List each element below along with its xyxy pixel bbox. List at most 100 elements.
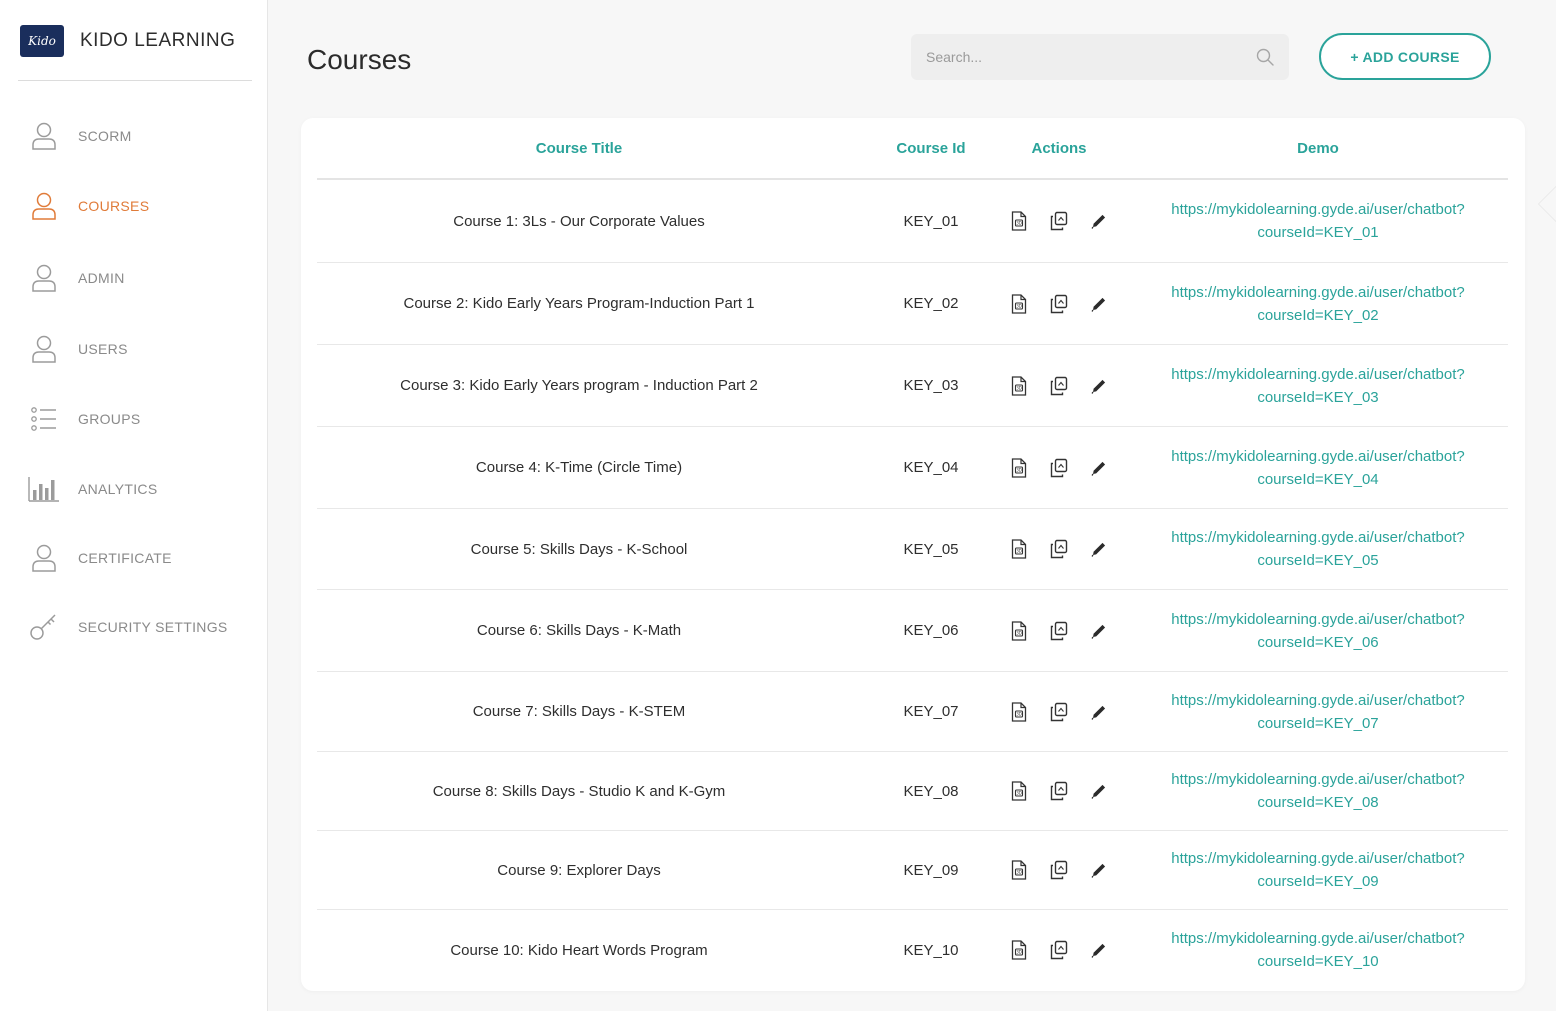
table-row: Course 2: Kido Early Years Program-Induc… [317,263,1508,345]
document-icon[interactable]: 3D [1009,620,1029,641]
svg-text:3D: 3D [1016,385,1022,390]
edit-pencil-icon[interactable] [1089,940,1109,960]
demo-link[interactable]: https://mykidolearning.gyde.ai/user/chat… [1171,445,1465,491]
course-title-cell: Course 4: K-Time (Circle Time) [475,459,683,476]
course-id-cell: KEY_10 [903,941,959,959]
brand-name: KIDO LEARNING [80,30,236,51]
edit-pencil-icon[interactable] [1089,781,1109,801]
svg-text:3D: 3D [1016,950,1022,955]
svg-text:3D: 3D [1016,467,1022,472]
demo-cell: https://mykidolearning.gyde.ai/user/chat… [1157,910,1479,990]
document-icon[interactable]: 3D [1009,457,1029,478]
copy-icon[interactable] [1049,211,1069,231]
sidebar-item-certificate[interactable]: CERTIFICATE [0,530,268,586]
edit-pencil-icon[interactable] [1089,621,1109,641]
edit-pencil-icon[interactable] [1089,860,1109,880]
document-icon[interactable]: 3D [1009,211,1029,231]
course-title-cell: Course 10: Kido Heart Words Program [450,941,708,959]
demo-link[interactable]: https://mykidolearning.gyde.ai/user/chat… [1171,281,1465,327]
search-icon[interactable] [1255,47,1275,67]
sidebar-item-courses[interactable]: COURSES [0,178,268,234]
edit-pencil-icon[interactable] [1089,702,1109,722]
table-row: Course 6: Skills Days - K-Math KEY_06 3D ht… [317,590,1508,672]
demo-link[interactable]: https://mykidolearning.gyde.ai/user/chat… [1171,608,1465,654]
actions-cell: 3D [1005,345,1113,426]
svg-text:3D: 3D [1016,303,1022,308]
copy-icon[interactable] [1049,376,1069,396]
document-icon[interactable]: 3D [1009,539,1029,559]
document-icon[interactable]: 3D [1009,293,1029,314]
sidebar-item-label: SECURITY SETTINGS [78,619,228,635]
course-title-cell: Course 1: 3Ls - Our Corporate Values [453,212,705,230]
svg-text:3D: 3D [1016,870,1022,875]
edit-pencil-icon[interactable] [1089,458,1109,478]
sidebar: Kido KIDO LEARNING SCORM COURSES ADMIN USER… [0,0,268,1011]
document-icon[interactable]: 3D [1009,701,1029,722]
copy-icon[interactable] [1049,860,1069,880]
demo-cell: https://mykidolearning.gyde.ai/user/chat… [1157,180,1479,262]
actions-cell: 3D [1005,590,1113,671]
demo-link[interactable]: https://mykidolearning.gyde.ai/user/chat… [1171,363,1465,409]
demo-cell: https://mykidolearning.gyde.ai/user/chat… [1157,831,1479,909]
table-row: Course 8: Skills Days - Studio K and K-G… [317,752,1508,831]
actions-cell: 3D [1005,427,1113,508]
search-box[interactable] [911,34,1289,80]
sidebar-item-groups[interactable]: GROUPS [0,391,268,447]
table-row: Course 5: Skills Days - K-School KEY_05 3D… [317,509,1508,590]
edit-pencil-icon[interactable] [1089,539,1109,559]
column-header-demo: Demo [1297,140,1339,157]
copy-icon[interactable] [1049,458,1069,478]
sidebar-item-users[interactable]: USERS [0,321,268,377]
document-icon[interactable]: 3D [1009,860,1029,880]
document-icon[interactable]: 3D [1009,781,1029,801]
active-indicator [1539,186,1556,222]
column-header-actions: Actions [1031,140,1087,157]
user-icon [28,262,60,294]
document-icon[interactable]: 3D [1009,375,1029,396]
sidebar-item-admin[interactable]: ADMIN [0,250,268,306]
demo-cell: https://mykidolearning.gyde.ai/user/chat… [1157,509,1479,589]
edit-pencil-icon[interactable] [1089,294,1109,314]
search-input[interactable] [926,49,1246,65]
column-header-course-id: Course Id [896,140,966,157]
sidebar-item-analytics[interactable]: ANALYTICS [0,461,268,517]
demo-link[interactable]: https://mykidolearning.gyde.ai/user/chat… [1171,927,1465,973]
edit-pencil-icon[interactable] [1089,376,1109,396]
course-id-cell: KEY_06 [903,622,959,639]
demo-cell: https://mykidolearning.gyde.ai/user/chat… [1157,263,1479,344]
course-id-cell: KEY_03 [903,377,959,394]
actions-cell: 3D [1005,263,1113,344]
user-icon [28,120,60,152]
course-id-cell: KEY_09 [903,861,959,879]
add-course-button[interactable]: + ADD COURSE [1319,33,1491,80]
document-icon[interactable]: 3D [1009,940,1029,960]
page-title: Courses [307,44,412,75]
svg-text:3D: 3D [1016,630,1022,635]
copy-icon[interactable] [1049,539,1069,559]
copy-icon[interactable] [1049,940,1069,960]
course-title-cell: Course 8: Skills Days - Studio K and K-G… [432,782,726,800]
course-title-cell: Course 3: Kido Early Years program - Ind… [400,377,758,394]
edit-pencil-icon[interactable] [1089,211,1109,231]
copy-icon[interactable] [1049,621,1069,641]
copy-icon[interactable] [1049,702,1069,722]
course-title-cell: Course 5: Skills Days - K-School [470,540,688,558]
copy-icon[interactable] [1049,781,1069,801]
demo-link[interactable]: https://mykidolearning.gyde.ai/user/chat… [1171,689,1465,735]
sidebar-item-scorm[interactable]: SCORM [0,108,268,164]
demo-cell: https://mykidolearning.gyde.ai/user/chat… [1157,590,1479,671]
courses-table: Course Title Course Id Actions Demo Cour… [301,118,1525,991]
brand-logo: Kido [20,25,64,57]
sidebar-item-security-settings[interactable]: SECURITY SETTINGS [0,599,268,655]
table-header: Course Title Course Id Actions Demo [317,118,1508,180]
brand[interactable]: Kido KIDO LEARNING [20,25,235,57]
course-id-cell: KEY_04 [903,459,959,476]
demo-cell: https://mykidolearning.gyde.ai/user/chat… [1157,427,1479,508]
svg-text:3D: 3D [1016,791,1022,796]
demo-link[interactable]: https://mykidolearning.gyde.ai/user/chat… [1171,198,1465,244]
demo-link[interactable]: https://mykidolearning.gyde.ai/user/chat… [1171,768,1465,814]
demo-link[interactable]: https://mykidolearning.gyde.ai/user/chat… [1171,847,1465,893]
copy-icon[interactable] [1049,294,1069,314]
svg-text:3D: 3D [1016,221,1022,226]
demo-link[interactable]: https://mykidolearning.gyde.ai/user/chat… [1171,526,1465,572]
